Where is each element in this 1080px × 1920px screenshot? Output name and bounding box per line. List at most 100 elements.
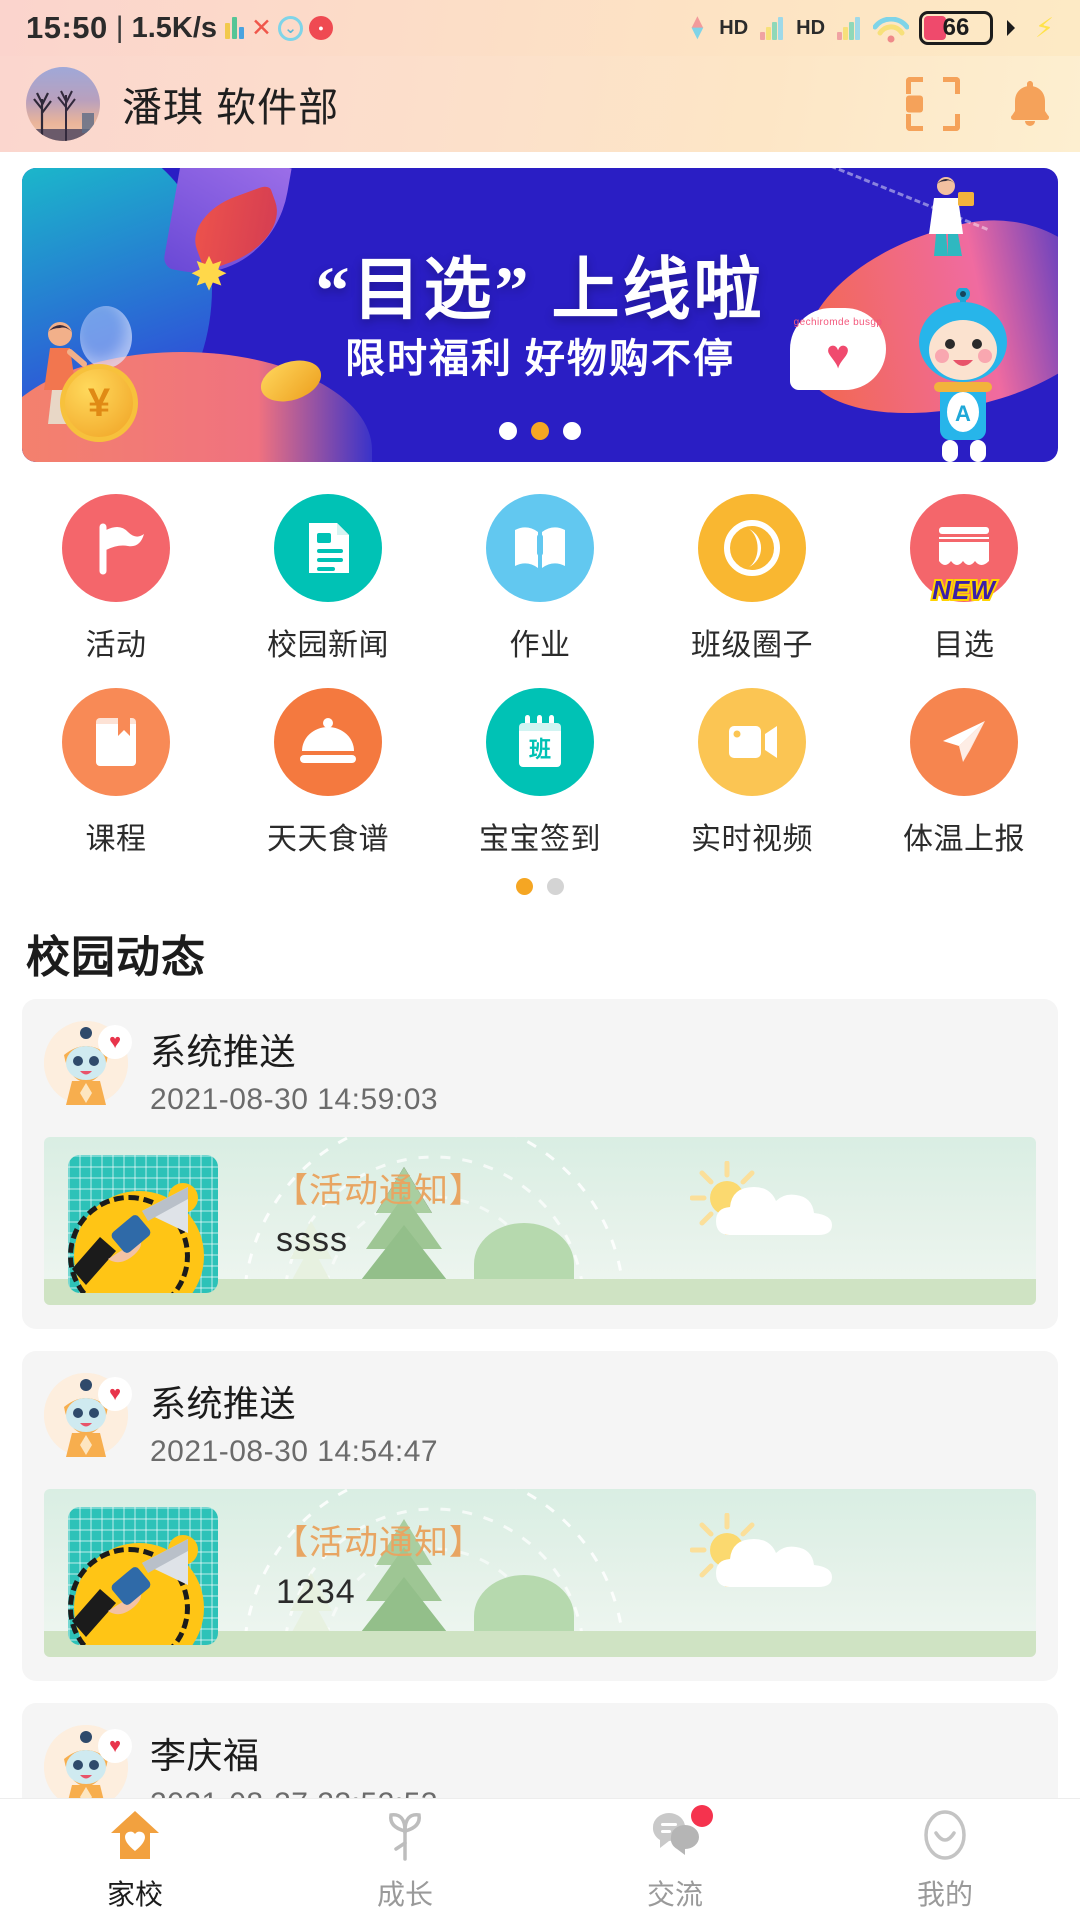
close-x-icon: ✕ — [251, 13, 272, 42]
status-bar: 15:50 | 1.5K/s ✕ ⌄ ● ▲ ▼ HD HD 66 ⚡ — [0, 0, 1080, 56]
flag-icon — [62, 494, 170, 602]
banner-dot-2[interactable] — [531, 422, 549, 440]
notification-dot-icon: ● — [309, 16, 333, 40]
coin-currency-symbol: ¥ — [87, 380, 111, 425]
banner-bubble-caption: gechiromde busgp — [793, 317, 883, 328]
feed-card-banner[interactable]: 【活动通知】 1234 — [44, 1489, 1036, 1657]
book-icon — [486, 494, 594, 602]
banner-dot-1[interactable] — [499, 422, 517, 440]
feed-card-header: ♥ 系统推送 2021-08-30 14:59:03 — [44, 1021, 1036, 1117]
app-root: 15:50 | 1.5K/s ✕ ⌄ ● ▲ ▼ HD HD 66 ⚡ 潘琪 软… — [0, 0, 1080, 1920]
food-dome-icon — [274, 688, 382, 796]
heart-badge-icon: ♥ — [98, 1025, 132, 1059]
charging-bolt-icon: ⚡ — [1035, 12, 1054, 43]
header-actions — [906, 77, 1054, 131]
feed-card-banner[interactable]: 【活动通知】 ssss — [44, 1137, 1036, 1305]
scan-qr-icon[interactable] — [906, 77, 960, 131]
grid-item-baobaoqiandao[interactable]: 班 宝宝签到 — [434, 678, 646, 864]
chat-bubbles-icon — [647, 1804, 713, 1863]
feed-card-meta: 系统推送 2021-08-30 14:54:47 — [150, 1373, 438, 1469]
grid-item-zuoye[interactable]: 作业 — [434, 484, 646, 670]
avatar[interactable] — [26, 67, 100, 141]
section-title-campus-news: 校园动态 — [26, 933, 206, 982]
battery-cap-icon — [1007, 20, 1023, 36]
grid-item-tiwenshangbao[interactable]: 体温上报 — [858, 678, 1070, 864]
grid-item-huodong[interactable]: 活动 — [10, 484, 222, 670]
nav-item-wode[interactable]: 我的 — [810, 1807, 1080, 1913]
feed-card-meta: 李庆福 2021-08-27 23:52:53 — [150, 1725, 438, 1798]
grid-dot-2[interactable] — [547, 878, 564, 895]
avatar: ♥ — [44, 1021, 132, 1105]
wifi-icon — [872, 16, 910, 43]
nav-item-jiaxiao[interactable]: 家校 — [0, 1807, 270, 1913]
battery-percent: 66 — [942, 14, 970, 41]
nav-item-chengzhang[interactable]: 成长 — [270, 1807, 540, 1913]
grid-item-muxuan[interactable]: NEW 目选 — [858, 484, 1070, 670]
hd-label-2: HD — [796, 16, 826, 39]
user-smile-icon — [917, 1807, 973, 1863]
notification-bell-icon[interactable] — [1006, 77, 1054, 131]
grid-dot-1[interactable] — [516, 878, 533, 895]
nav-item-label: 我的 — [916, 1878, 973, 1910]
banner-person-illustration — [929, 177, 974, 256]
feed-card-header: ♥ 系统推送 2021-08-30 14:54:47 — [44, 1373, 1036, 1469]
grid-item-shishishipin[interactable]: 实时视频 — [646, 678, 858, 864]
grid-item-label: 宝宝签到 — [479, 823, 601, 856]
grid-page-dots[interactable] — [0, 864, 1080, 903]
feed-card-meta: 系统推送 2021-08-30 14:59:03 — [150, 1021, 438, 1117]
shop-icon: NEW — [910, 494, 1018, 607]
data-transfer-icon: ▲ ▼ — [687, 11, 708, 44]
heart-badge-icon: ♥ — [98, 1729, 132, 1763]
avatar: ♥ — [44, 1725, 132, 1798]
status-separator: | — [115, 11, 124, 44]
feed-banner-title: 【活动通知】 — [274, 1524, 484, 1562]
new-badge: NEW — [930, 573, 997, 607]
heart-icon: ♥ — [826, 332, 850, 377]
status-bar-right: ▲ ▼ HD HD 66 ⚡ — [687, 11, 1054, 45]
calendar-checkin-icon: 班 — [486, 688, 594, 796]
equalizer-icon — [225, 17, 245, 39]
status-network-speed: 1.5K/s — [131, 11, 218, 44]
feed-card-thumbnail — [68, 1507, 218, 1645]
grid-item-label: 目选 — [933, 629, 995, 662]
feed-card[interactable]: ♥ 系统推送 2021-08-30 14:54:47 【活动通知】 1234 — [22, 1351, 1058, 1681]
hd-label-1: HD — [719, 16, 749, 39]
grid-item-banjiquanzi[interactable]: 班级圈子 — [646, 484, 858, 670]
grid-item-kecheng[interactable]: 课程 — [10, 678, 222, 864]
feed-banner-title: 【活动通知】 — [274, 1172, 484, 1210]
feed-card[interactable]: ♥ 系统推送 2021-08-30 14:59:03 【活动通知】 ssss — [22, 999, 1058, 1329]
scroll-content[interactable]: ✸ “目选” 上线啦 限时福利 好物购不停 gechiromde busgp ♥ — [0, 152, 1080, 1798]
grid-item-label: 活动 — [85, 629, 147, 662]
alarm-clock-icon: ⌄ — [278, 15, 303, 41]
feed-card-timestamp: 2021-08-30 14:59:03 — [150, 1083, 439, 1116]
paper-plane-icon — [910, 688, 1018, 796]
page-title: 潘琪 软件部 — [122, 86, 340, 130]
signal-bars-icon-1 — [760, 16, 784, 40]
grid-item-label: 课程 — [85, 823, 147, 856]
avatar: ♥ — [44, 1373, 132, 1457]
grid-item-label: 作业 — [509, 629, 571, 662]
feed-card-author: 系统推送 — [150, 1383, 297, 1424]
campus-news-feed: ♥ 系统推送 2021-08-30 14:59:03 【活动通知】 ssss ♥… — [0, 999, 1080, 1798]
grid-item-tiantianshipu[interactable]: 天天食谱 — [222, 678, 434, 864]
status-time: 15:50 — [26, 10, 108, 45]
promo-banner[interactable]: ✸ “目选” 上线啦 限时福利 好物购不停 gechiromde busgp ♥ — [22, 168, 1058, 462]
banner-page-dots[interactable] — [22, 422, 1058, 440]
bottom-navigation: 家校 成长 交流 我的 — [0, 1798, 1080, 1920]
banner-heart-bubble: gechiromde busgp ♥ — [790, 308, 886, 390]
circle-play-icon — [698, 494, 806, 602]
nav-item-label: 家校 — [106, 1878, 163, 1910]
svg-text:班: 班 — [529, 737, 551, 762]
cloud-icon — [716, 1539, 832, 1587]
course-icon — [62, 688, 170, 796]
feed-card[interactable]: ♥ 李庆福 2021-08-27 23:52:53 — [22, 1703, 1058, 1798]
banner-dot-3[interactable] — [563, 422, 581, 440]
status-bar-left: 15:50 | 1.5K/s ✕ ⌄ ● — [26, 10, 333, 46]
nav-item-jiaoliu[interactable]: 交流 — [540, 1804, 810, 1913]
app-header: 潘琪 软件部 — [0, 56, 1080, 152]
megaphone-icon — [72, 1187, 188, 1285]
quick-action-grid: 活动 校园新闻 作业 班级圈子 NEW 目选 课程 天天食谱 班 宝宝签到 实时… — [0, 462, 1080, 864]
grid-item-xiaoyuanxinwen[interactable]: 校园新闻 — [222, 484, 434, 670]
feed-card-author: 李庆福 — [150, 1735, 260, 1776]
unread-badge — [691, 1804, 713, 1827]
